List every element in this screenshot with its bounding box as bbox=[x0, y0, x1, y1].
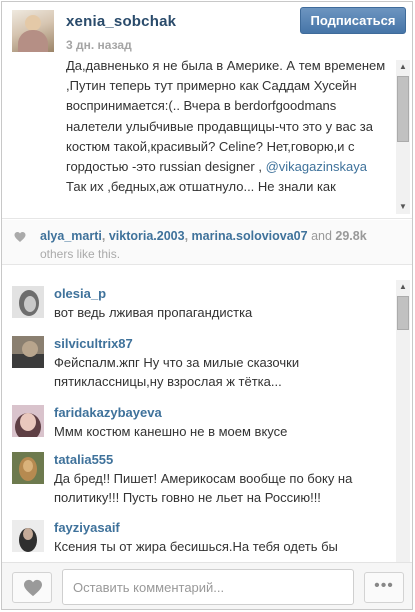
divider bbox=[2, 264, 412, 265]
commenter-avatar[interactable] bbox=[12, 405, 44, 437]
avatar-photo bbox=[12, 286, 44, 318]
likes-others-text: others like this. bbox=[40, 247, 121, 261]
comment-item: silvicultrix87 Фейспалм.жпг Ну что за ми… bbox=[2, 328, 392, 389]
post-timestamp: 3 дн. назад bbox=[66, 38, 132, 52]
likes-separator: , bbox=[101, 229, 106, 243]
author-avatar[interactable] bbox=[12, 10, 54, 52]
comment-username[interactable]: fayziyasaif bbox=[54, 520, 120, 535]
likes-and-word: and bbox=[311, 229, 332, 243]
comment-username[interactable]: tatalia555 bbox=[54, 452, 113, 467]
commenter-avatar[interactable] bbox=[12, 520, 44, 552]
liker-link[interactable]: marina.soloviova07 bbox=[192, 229, 308, 243]
heart-icon bbox=[24, 579, 42, 597]
comment-username[interactable]: faridakazybayeva bbox=[54, 405, 162, 420]
likes-count[interactable]: 29.8k bbox=[335, 229, 366, 243]
scroll-up-arrow-icon[interactable]: ▲ bbox=[396, 60, 410, 74]
caption-scroll-thumb[interactable] bbox=[397, 76, 409, 142]
post-window: xenia_sobchak 3 дн. назад Подписаться Да… bbox=[1, 1, 413, 610]
comment-item: tatalia555 Да бред!! Пишет! Америкосам в… bbox=[2, 444, 392, 505]
avatar-figure-head bbox=[25, 15, 41, 31]
commenter-avatar[interactable] bbox=[12, 452, 44, 484]
comment-text: Ммм костюм канешно не в моем вкусе bbox=[54, 424, 288, 439]
author-username[interactable]: xenia_sobchak bbox=[66, 13, 176, 30]
like-button[interactable] bbox=[12, 572, 52, 603]
divider bbox=[2, 218, 412, 219]
liker-link[interactable]: alya_marti bbox=[40, 229, 102, 243]
commenter-avatar[interactable] bbox=[12, 286, 44, 318]
comment-text: Ксения ты от жира бесишься.На тебя одеть… bbox=[54, 539, 338, 554]
comments-scrollbar[interactable]: ▲ bbox=[396, 280, 410, 562]
avatar-photo bbox=[12, 405, 44, 437]
comment-username[interactable]: olesia_p bbox=[54, 286, 106, 301]
comment-footer: ••• bbox=[2, 562, 412, 609]
scroll-down-arrow-icon[interactable]: ▼ bbox=[396, 200, 410, 214]
comment-input[interactable] bbox=[62, 569, 354, 605]
comment-text: вот ведь лживая пропагандистка bbox=[54, 305, 253, 320]
caption-mention-link[interactable]: @vikagazinskaya bbox=[266, 159, 367, 174]
comments-list: olesia_p вот ведь лживая пропагандистка … bbox=[2, 278, 412, 562]
scroll-up-arrow-icon[interactable]: ▲ bbox=[396, 280, 410, 294]
liker-link[interactable]: viktoria.2003 bbox=[109, 229, 185, 243]
commenter-avatar[interactable] bbox=[12, 336, 44, 368]
follow-button[interactable]: Подписаться bbox=[300, 7, 406, 34]
caption-scrollbar[interactable]: ▲ ▼ bbox=[396, 60, 410, 214]
likes-users-line: alya_marti, viktoria.2003, marina.solovi… bbox=[40, 229, 367, 243]
heart-icon bbox=[14, 232, 26, 242]
caption-text: Да,давненько я не была в Америке. А тем … bbox=[66, 56, 392, 197]
post-header: xenia_sobchak 3 дн. назад Подписаться bbox=[2, 2, 412, 54]
avatar-figure-dress bbox=[18, 30, 48, 52]
comment-item: fayziyasaif Ксения ты от жира бесишься.Н… bbox=[2, 512, 392, 562]
comment-text: Фейспалм.жпг Ну что за милые сказочки пя… bbox=[54, 355, 300, 389]
avatar-photo bbox=[12, 452, 44, 484]
caption-continued: Так их ,бедных,аж отшатнуло... Не знали … bbox=[66, 179, 336, 195]
avatar-photo bbox=[12, 520, 44, 552]
more-icon[interactable]: ••• bbox=[364, 572, 404, 603]
comment-text: Да бред!! Пишет! Америкосам вообще по бо… bbox=[54, 471, 353, 505]
likes-separator: , bbox=[184, 229, 189, 243]
comments-scroll-thumb[interactable] bbox=[397, 296, 409, 330]
comment-username[interactable]: silvicultrix87 bbox=[54, 336, 133, 351]
caption-body: Да,давненько я не была в Америке. А тем … bbox=[66, 58, 386, 175]
avatar-photo bbox=[12, 336, 44, 368]
post-caption: Да,давненько я не была в Америке. А тем … bbox=[2, 54, 412, 214]
likes-section: alya_marti, viktoria.2003, marina.solovi… bbox=[2, 220, 412, 264]
